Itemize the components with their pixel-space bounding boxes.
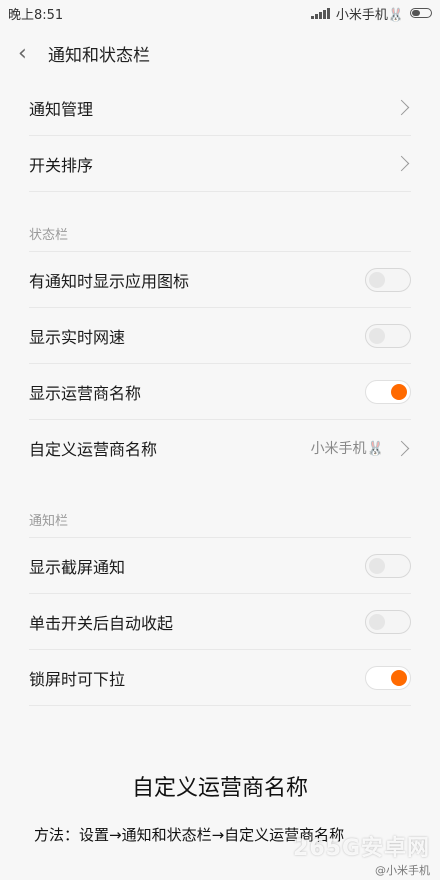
row-label: 显示截屏通知 (29, 557, 126, 577)
row-label: 自定义运营商名称 (29, 440, 158, 459)
top-settings: 通知管理 开关排序 (0, 80, 440, 192)
section-title-notify: 通知栏 (29, 498, 411, 538)
row-show-net-speed[interactable]: 显示实时网速 (29, 308, 411, 364)
row-label: 锁屏时可下拉 (29, 669, 126, 689)
header: ‹ 通知和状态栏 (0, 26, 440, 80)
row-value-group: 小米手机🐰 (311, 438, 411, 458)
signal-icon (310, 7, 330, 19)
chevron-right-icon (393, 99, 410, 116)
chevron-right-icon (393, 155, 410, 172)
weibo-handle: @小米手机 (375, 864, 430, 877)
row-show-app-icon[interactable]: 有通知时显示应用图标 (29, 252, 411, 308)
row-label: 开关排序 (29, 155, 94, 175)
toggle-knob (391, 383, 407, 400)
toggle-show-net-speed[interactable] (365, 323, 411, 348)
row-label: 显示实时网速 (29, 327, 126, 347)
toggle-lockscreen-pulldown[interactable] (365, 665, 411, 690)
row-custom-carrier[interactable]: 自定义运营商名称 小米手机🐰 (29, 420, 411, 476)
row-label: 有通知时显示应用图标 (29, 271, 190, 291)
status-bar-section: 状态栏 有通知时显示应用图标 显示实时网速 显示运营商名称 自定义运营商名称 小… (0, 212, 440, 476)
carrier-name: 小米手机🐰 (335, 7, 404, 23)
row-label: 显示运营商名称 (29, 383, 142, 403)
toggle-knob (369, 327, 385, 344)
status-time: 晚上8:51 (8, 7, 64, 23)
chevron-right-icon (393, 440, 410, 456)
status-right: 小米手机🐰 (310, 4, 432, 23)
back-icon[interactable]: ‹ (18, 41, 40, 66)
toggle-knob (369, 557, 385, 574)
toggle-show-app-icon[interactable] (365, 267, 411, 292)
caption-title: 自定义运营商名称 (131, 776, 308, 801)
custom-carrier-value: 小米手机🐰 (310, 441, 384, 457)
page-title: 通知和状态栏 (48, 45, 150, 66)
row-label: 单击开关后自动收起 (29, 613, 174, 633)
watermark-logo: 265G安卓网 (293, 836, 430, 861)
battery-icon (410, 8, 432, 18)
status-bar: 晚上8:51 小米手机🐰 (0, 0, 440, 26)
toggle-screenshot-notify[interactable] (365, 553, 411, 578)
toggle-knob (369, 271, 385, 288)
section-title-status: 状态栏 (29, 212, 411, 252)
toggle-knob (369, 613, 385, 630)
toggle-auto-collapse[interactable] (365, 609, 411, 634)
row-show-carrier[interactable]: 显示运营商名称 (29, 364, 411, 420)
toggle-knob (391, 669, 407, 686)
row-label: 通知管理 (29, 99, 94, 119)
row-notification-management[interactable]: 通知管理 (29, 80, 411, 136)
row-auto-collapse[interactable]: 单击开关后自动收起 (29, 594, 411, 650)
row-screenshot-notify[interactable]: 显示截屏通知 (29, 538, 411, 594)
toggle-show-carrier[interactable] (365, 379, 411, 404)
row-lockscreen-pulldown[interactable]: 锁屏时可下拉 (29, 650, 411, 706)
row-switch-order[interactable]: 开关排序 (29, 136, 411, 192)
notification-section: 通知栏 显示截屏通知 单击开关后自动收起 锁屏时可下拉 (0, 498, 440, 706)
